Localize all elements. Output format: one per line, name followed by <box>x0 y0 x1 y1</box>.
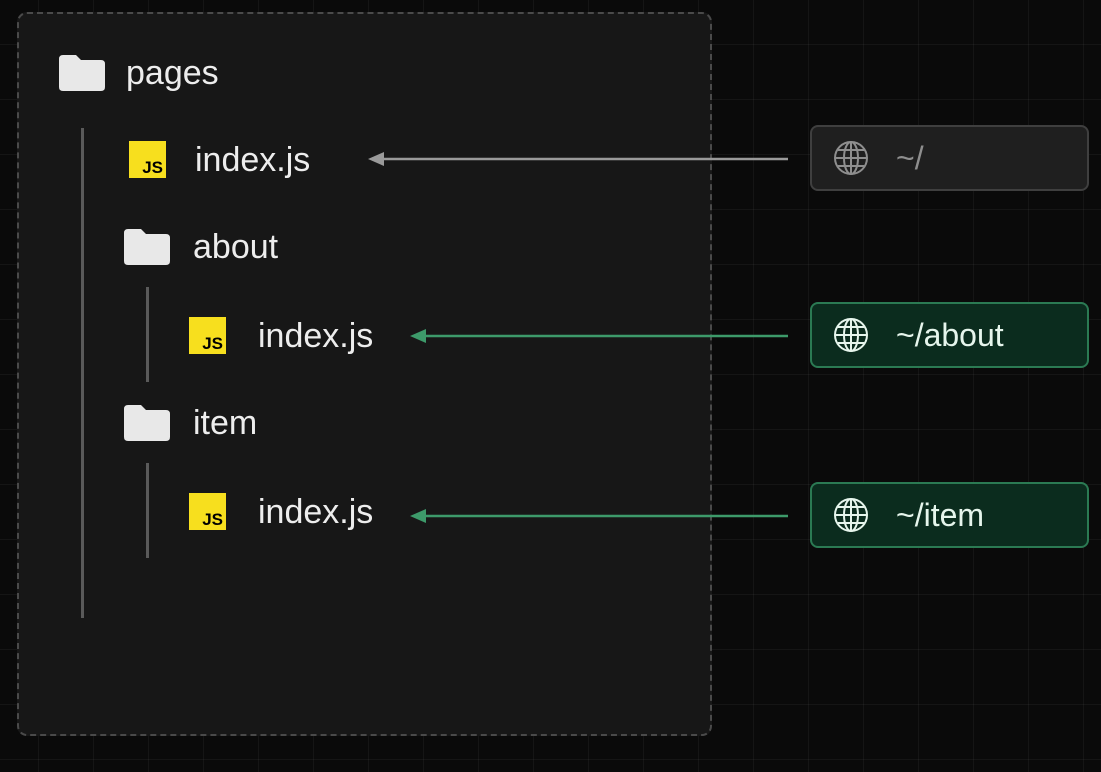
tree-row-about[interactable]: about <box>124 229 278 265</box>
route-path-root: ~/ <box>896 140 924 176</box>
tree-label-index-root: index.js <box>195 140 311 179</box>
folder-icon <box>59 55 105 91</box>
arrow-root <box>368 152 788 166</box>
tree-row-index-root[interactable]: JS index.js <box>129 141 310 178</box>
globe-icon <box>834 141 868 175</box>
tree-label-about: about <box>193 228 279 266</box>
js-file-icon: JS <box>189 493 226 530</box>
js-file-icon: JS <box>189 317 226 354</box>
route-item[interactable]: ~/item <box>810 482 1089 548</box>
tree-row-pages[interactable]: pages <box>59 55 219 91</box>
tree-guide-line-pages <box>81 128 84 618</box>
arrow-item <box>410 509 788 523</box>
tree-label-index-about: index.js <box>258 316 374 355</box>
file-tree-panel <box>17 12 712 736</box>
route-root[interactable]: ~/ <box>810 125 1089 191</box>
arrow-about <box>410 329 788 343</box>
tree-label-item: item <box>193 404 258 442</box>
tree-row-item[interactable]: item <box>124 405 257 441</box>
tree-row-index-about[interactable]: JS index.js <box>189 317 373 354</box>
folder-icon <box>124 229 170 265</box>
tree-row-index-item[interactable]: JS index.js <box>189 493 373 530</box>
route-about[interactable]: ~/about <box>810 302 1089 368</box>
route-path-about: ~/about <box>896 317 1004 353</box>
js-file-icon: JS <box>129 141 166 178</box>
tree-label-pages: pages <box>126 54 219 92</box>
tree-guide-line-item <box>146 463 149 558</box>
globe-icon <box>834 498 868 532</box>
globe-icon <box>834 318 868 352</box>
route-path-item: ~/item <box>896 497 985 533</box>
tree-label-index-item: index.js <box>258 492 374 531</box>
tree-guide-line-about <box>146 287 149 382</box>
folder-icon <box>124 405 170 441</box>
